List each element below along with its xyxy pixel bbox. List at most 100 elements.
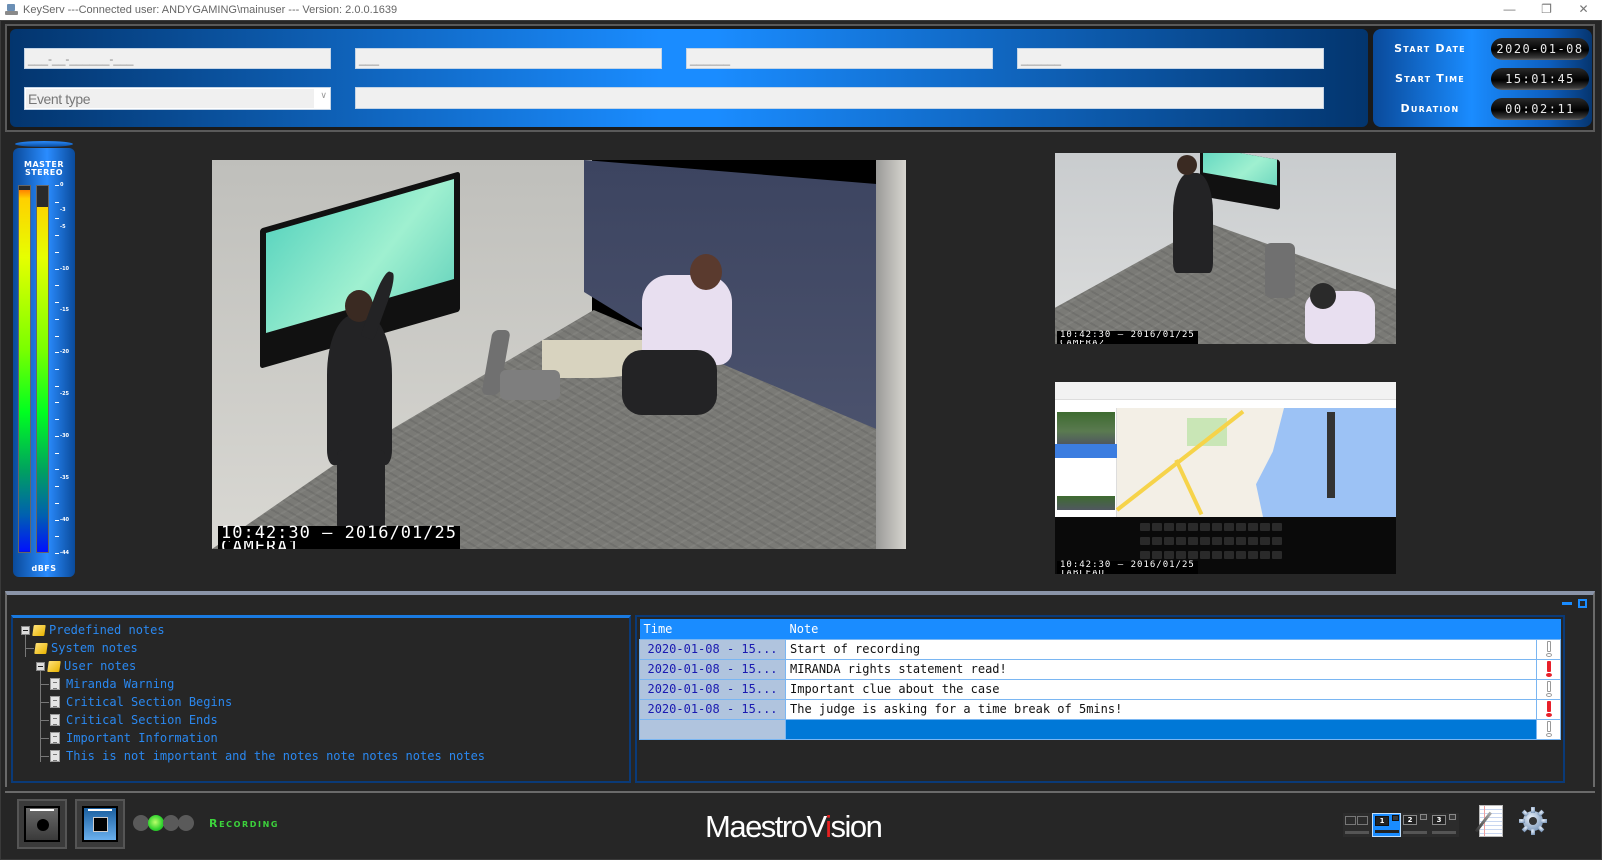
keyboard-key [1260,523,1270,531]
tree-note-item[interactable]: Critical Section Ends [21,711,485,729]
collapse-toggle[interactable] [36,661,45,671]
notes-pane: Predefined notes System notes User notes… [5,591,1595,787]
note-time[interactable] [639,718,786,740]
keyboard-key [1188,537,1198,545]
map [1115,408,1396,517]
event-type-placeholder: Event type [28,91,91,107]
session-info-panel: ___-__-______-___ ___ ______ ______ Even… [5,24,1595,132]
start-time-row: Start Time 15:01:45 [1373,66,1592,92]
gear-icon[interactable] [1518,806,1548,836]
collapse-toggle[interactable] [21,625,30,635]
vu-left-channel [18,185,31,553]
exclamation-flag-icon[interactable] [1545,721,1553,737]
pane-maximize-button[interactable] [1578,599,1587,608]
note-text[interactable]: MIRANDA rights statement read! [785,658,1537,680]
tree-node-system-notes[interactable]: System notes [21,639,485,657]
exclamation-flag-icon[interactable] [1545,701,1553,717]
table-row[interactable]: 2020-01-08 - 15... Start of recording [639,638,1561,660]
field-2[interactable]: ___ [355,48,662,69]
description-field[interactable] [355,87,1324,109]
tree-note-item[interactable]: This is not important and the notes note… [21,747,485,765]
layout-button-3[interactable]: 3 [1430,813,1459,837]
note-text[interactable]: Start of recording [785,638,1537,660]
table-row[interactable]: 2020-01-08 - 15... Important clue about … [639,678,1561,700]
vu-tick-label: -5 [60,223,66,230]
vu-minor-tick [55,519,59,521]
notes-grid: Time Note 2020-01-08 - 15... Start of re… [639,619,1561,740]
note-text[interactable]: The judge is asking for a time break of … [785,698,1537,720]
note-time[interactable]: 2020-01-08 - 15... [639,678,786,700]
record-button[interactable] [17,799,67,849]
layout-button-dual[interactable] [1343,813,1372,837]
person-standing [327,315,392,465]
status-led [133,815,149,831]
vu-tick-label: -25 [60,391,70,398]
tree-note-item[interactable]: Miranda Warning [21,675,485,693]
notes-grid-panel: Time Note 2020-01-08 - 15... Start of re… [635,615,1565,783]
table-row[interactable]: 2020-01-08 - 15... MIRANDA rights statem… [639,658,1561,680]
event-type-select[interactable]: Event type ∨ [24,87,331,110]
keyboard-key [1224,551,1234,559]
column-header-note[interactable]: Note [785,619,1537,639]
exclamation-flag-icon[interactable] [1545,661,1553,677]
vu-minor-tick [55,302,59,304]
tree-note-item[interactable]: Important Information [21,729,485,747]
vu-tick-label: -30 [60,432,70,439]
restore-button[interactable]: ❐ [1528,0,1565,20]
vu-minor-tick [55,502,59,504]
session-time-box: Start Date 2020-01-08 Start Time 15:01:4… [1373,29,1592,127]
vu-unit-label: dBFS [31,564,57,573]
stop-button[interactable] [75,799,125,849]
minimize-button[interactable]: — [1491,0,1528,20]
app-icon [5,4,19,16]
vu-tick-label: -15 [60,307,70,314]
camera-2-view[interactable]: 10:42:30 — 2016/01/25 CAMERA2 [1055,153,1396,344]
keyboard-key [1140,523,1150,531]
note-time[interactable]: 2020-01-08 - 15... [639,658,786,680]
field-mask: ______ [690,52,731,66]
screen-capture-view[interactable]: 10:42:30 — 2016/01/25 TABLEAU [1055,382,1396,574]
note-time[interactable]: 2020-01-08 - 15... [639,698,786,720]
field-mask: ___-__-______-___ [28,52,134,66]
exclamation-flag-icon[interactable] [1545,641,1553,657]
start-date-value: 2020-01-08 [1491,38,1589,60]
field-3[interactable]: ______ [686,48,993,69]
tree-note-item[interactable]: Critical Section Begins [21,693,485,711]
keyboard-key [1236,523,1246,531]
camera-osd: 10:42:30 — 2016/01/25 TABLEAU [1057,561,1198,574]
new-note-row[interactable] [639,718,1561,740]
camera-osd: 10:42:30 — 2016/01/25 CAMERA1 [218,524,460,549]
tree-node-user-notes[interactable]: User notes [21,657,485,675]
layout-button-1[interactable]: 1 [1372,813,1401,837]
vu-minor-tick [55,185,59,186]
column-header-time[interactable]: Time [639,619,786,639]
recording-status: Recording [209,817,280,830]
note-text[interactable]: Important clue about the case [785,678,1537,700]
case-number-field[interactable]: ___-__-______-___ [24,48,331,69]
note-time[interactable]: 2020-01-08 - 15... [639,638,786,660]
vu-tick-label: -35 [60,474,70,481]
table-row[interactable]: 2020-01-08 - 15... The judge is asking f… [639,698,1561,720]
keyboard-key [1164,537,1174,545]
keyboard-key [1260,537,1270,545]
main-camera-view[interactable]: 10:42:30 — 2016/01/25 CAMERA1 [212,160,906,549]
notepad-icon[interactable] [1479,805,1503,837]
tree-node-predefined-notes[interactable]: Predefined notes [21,621,485,639]
new-note-input[interactable] [785,718,1537,740]
document-icon [50,732,60,744]
keyboard-key [1212,551,1222,559]
record-icon [37,819,49,831]
vu-tick-label: -20 [60,349,70,356]
recording-indicator-leds [133,815,194,831]
exclamation-flag-icon[interactable] [1545,681,1553,697]
field-mask: ___ [359,52,380,66]
layout-button-2[interactable]: 2 [1401,813,1430,837]
keyboard-key [1164,551,1174,559]
field-4[interactable]: ______ [1017,48,1324,69]
pane-minimize-button[interactable] [1562,602,1572,605]
vu-minor-tick [55,419,59,421]
keyboard-key [1152,551,1162,559]
vu-minor-tick [55,218,59,220]
vu-minor-tick [55,452,59,454]
close-button[interactable]: ✕ [1565,0,1602,20]
